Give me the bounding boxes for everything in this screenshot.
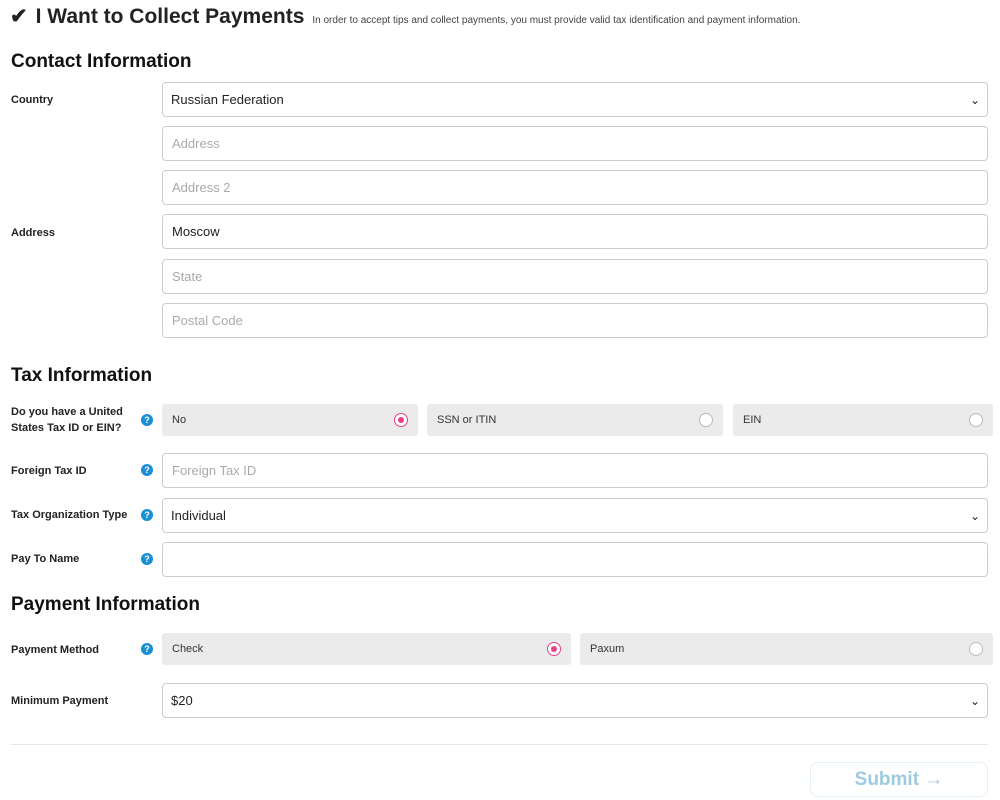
org-type-label: Tax Organization Type [11, 509, 128, 521]
pay-to-field[interactable] [163, 543, 987, 576]
radio-no[interactable]: No [162, 404, 418, 436]
submit-button[interactable]: Submit → [810, 762, 988, 797]
radio-icon [969, 642, 983, 656]
help-icon[interactable]: ? [141, 464, 153, 476]
pay-to-input[interactable] [162, 542, 988, 577]
chevron-down-icon: ⌄ [969, 693, 981, 708]
foreign-tax-field[interactable] [163, 454, 987, 487]
divider [11, 744, 988, 745]
city-input[interactable] [162, 214, 988, 249]
radio-check[interactable]: Check [162, 633, 571, 665]
state-input[interactable] [162, 259, 988, 294]
payment-heading: Payment Information [11, 594, 200, 615]
payment-method-label: Payment Method [11, 644, 100, 656]
address-label: Address [11, 227, 56, 239]
radio-icon [969, 413, 983, 427]
foreign-tax-input[interactable] [162, 453, 988, 488]
contact-heading: Contact Information [11, 51, 192, 72]
min-payment-label: Minimum Payment [11, 695, 109, 707]
page-title: ✔ I Want to Collect Payments In order to a… [10, 5, 801, 28]
radio-paxum[interactable]: Paxum [580, 633, 993, 665]
radio-ssn[interactable]: SSN or ITIN [427, 404, 723, 436]
state-field[interactable] [163, 260, 987, 293]
foreign-tax-label: Foreign Tax ID [11, 465, 87, 477]
min-payment-select[interactable]: $20 ⌄ [162, 683, 988, 718]
postal-field[interactable] [163, 304, 987, 337]
radio-icon [699, 413, 713, 427]
help-icon[interactable]: ? [141, 643, 153, 655]
city-field[interactable] [163, 215, 987, 248]
country-label: Country [11, 94, 54, 106]
org-type-select[interactable]: Individual ⌄ [162, 498, 988, 533]
address2-field[interactable] [163, 171, 987, 204]
chevron-down-icon: ⌄ [969, 508, 981, 523]
checkmark-icon: ✔ [10, 5, 28, 28]
postal-input[interactable] [162, 303, 988, 338]
tax-heading: Tax Information [11, 365, 153, 386]
page-subtitle: In order to accept tips and collect paym… [312, 15, 801, 26]
help-icon[interactable]: ? [141, 509, 153, 521]
address2-input[interactable] [162, 170, 988, 205]
radio-ein[interactable]: EIN [733, 404, 993, 436]
radio-selected-icon [394, 413, 408, 427]
us-tax-label: Do you have a United States Tax ID or EI… [11, 406, 123, 434]
help-icon[interactable]: ? [141, 414, 153, 426]
address-field[interactable] [163, 127, 987, 160]
pay-to-label: Pay To Name [11, 553, 80, 565]
radio-selected-icon [547, 642, 561, 656]
help-icon[interactable]: ? [141, 553, 153, 565]
chevron-down-icon: ⌄ [969, 92, 981, 107]
address-input[interactable] [162, 126, 988, 161]
country-select[interactable]: Russian Federation ⌄ [162, 82, 988, 117]
